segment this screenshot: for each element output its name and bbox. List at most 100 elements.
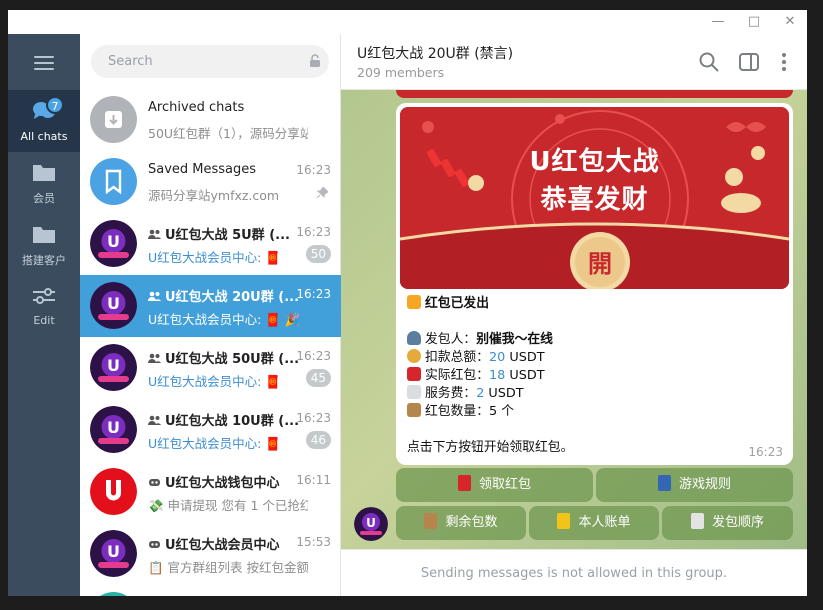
folder-label: 会员 <box>33 192 55 205</box>
svg-text:U: U <box>107 294 120 313</box>
account-button[interactable]: 本人账单 <box>529 506 659 540</box>
unread-badge: 7 <box>46 96 64 114</box>
red-envelope-icon <box>457 475 471 491</box>
folder-label: Edit <box>33 314 55 327</box>
chat-time: 16:23 <box>296 349 331 363</box>
chat-row-50u[interactable]: U U红包大战 50U群 (... 16:23 U红包大战会员中心: 🧧 45 <box>80 337 341 399</box>
svg-text:U: U <box>107 542 120 561</box>
saved-avatar <box>90 158 137 205</box>
claim-button[interactable]: 领取红包 <box>396 468 593 502</box>
folder-label: 搭建客户 <box>22 254 66 267</box>
chat-time: 16:23 <box>296 411 331 425</box>
folder-icon <box>33 227 55 243</box>
chat-row-partial[interactable] <box>80 585 341 596</box>
chat-row-10u[interactable]: U U红包大战 10U群 (... 16:23 U红包大战会员中心: 🧧 46 <box>80 399 341 461</box>
archive-icon <box>105 111 122 128</box>
ledger-icon <box>557 513 571 529</box>
chat-avatar <box>90 592 137 596</box>
lock-icon[interactable] <box>308 54 322 68</box>
folder-edit[interactable]: Edit <box>8 276 80 338</box>
svg-text:U: U <box>107 418 120 437</box>
chat-preview: 💸 申请提现 您有 1 个已抢红... <box>148 498 308 513</box>
sender-name: 别催我～在线 <box>476 332 553 347</box>
sidebar-toggle-icon[interactable] <box>738 51 760 73</box>
package-icon <box>407 403 421 417</box>
order-button[interactable]: 发包顺序 <box>662 506 793 540</box>
red-envelope-banner: U红包大战 恭喜发财 開 <box>400 107 789 289</box>
member-count: 209 members <box>357 65 445 80</box>
person-icon <box>407 331 421 345</box>
group-avatar: U <box>90 282 137 329</box>
message-cta: 点击下方按钮开始领取红包。 <box>407 440 574 455</box>
message-headline: 红包已发出 <box>425 296 489 311</box>
telegram-window: — □ ✕ 7 All chats 会员 搭建客户 Edit Search Ar… <box>8 10 807 596</box>
chat-preview: U红包大战会员中心: 🧧 <box>148 250 281 265</box>
chat-row-5u[interactable]: U U红包大战 5U群 (... 16:23 U红包大战会员中心: 🧧 50 <box>80 213 341 275</box>
chat-row-member-center[interactable]: U U红包大战会员中心 15:53 📋 官方群组列表 按红包金额... <box>80 523 341 585</box>
chat-header[interactable]: U红包大战 20U群 (禁言) 209 members <box>341 34 807 90</box>
menu-icon[interactable] <box>34 56 54 74</box>
folders-rail: 7 All chats 会员 搭建客户 Edit <box>8 34 80 596</box>
chat-list: Search Archived chats 50U红包群（1），源码分享站... <box>80 34 341 596</box>
archive-avatar <box>90 96 137 143</box>
chat-time: 16:11 <box>296 473 331 487</box>
group-avatar: U <box>90 220 137 267</box>
svg-text:U: U <box>107 232 120 251</box>
unread-count: 45 <box>305 369 331 387</box>
chat-preview: U红包大战会员中心: 🧧 🎉 <box>148 312 301 327</box>
clipboard-icon <box>690 513 704 529</box>
bot-avatar[interactable]: U <box>354 507 388 541</box>
message-time: 16:23 <box>748 445 783 459</box>
svg-text:U: U <box>366 516 376 530</box>
unread-count: 50 <box>305 245 331 263</box>
bot-avatar: U <box>90 530 137 577</box>
folder-all-chats[interactable]: 7 All chats <box>8 90 80 152</box>
group-avatar: U <box>90 406 137 453</box>
money-bag-icon <box>407 349 421 363</box>
group-icon <box>148 415 161 425</box>
chat-time: 16:23 <box>296 287 331 301</box>
amount-value: 20 <box>488 350 506 365</box>
message-bubble: U红包大战 恭喜发财 開 红包已发出 发包人：别催我～在线 扣款总额：20 US… <box>396 103 793 465</box>
search-input[interactable]: Search <box>91 45 329 78</box>
chat-title: U红包大战会员中心 <box>148 534 298 553</box>
rules-button[interactable]: 游戏规则 <box>596 468 793 502</box>
receipt-icon <box>407 385 421 399</box>
group-icon <box>148 291 161 301</box>
chat-row-saved[interactable]: Saved Messages 16:23 源码分享站ymfxz.com <box>80 151 341 213</box>
chat-preview: U红包大战会员中心: 🧧 <box>148 374 281 389</box>
chat-preview: 50U红包群（1），源码分享站... <box>148 126 308 141</box>
more-icon[interactable] <box>773 51 795 73</box>
chat-title: U红包大战 5U群 (... <box>148 224 298 243</box>
chat-row-wallet[interactable]: U红包大战钱包中心 16:11 💸 申请提现 您有 1 个已抢红... <box>80 461 341 523</box>
folder-label: All chats <box>20 130 68 143</box>
chat-title: U红包大战钱包中心 <box>148 472 298 491</box>
chat-title: U红包大战 10U群 (... <box>148 410 298 429</box>
folder-clients[interactable]: 搭建客户 <box>8 214 80 276</box>
chat-time: 15:53 <box>296 535 331 549</box>
chat-row-20u[interactable]: U U红包大战 20U群 (... 16:23 U红包大战会员中心: 🧧 🎉 <box>80 275 341 337</box>
search-icon[interactable] <box>698 51 720 73</box>
chat-background: U红包大战 恭喜发财 開 红包已发出 发包人：别催我～在线 扣款总额：20 US… <box>341 90 807 549</box>
close-button[interactable]: ✕ <box>775 10 805 34</box>
chat-preview: 源码分享站ymfxz.com <box>148 188 280 203</box>
actual-value: 18 <box>488 368 506 383</box>
maximize-button[interactable]: □ <box>739 10 769 34</box>
banner-title: U红包大战 <box>529 147 660 177</box>
chat-row-archived[interactable]: Archived chats 50U红包群（1），源码分享站... <box>80 89 341 151</box>
pin-icon <box>317 187 328 198</box>
bot-avatar <box>90 468 137 515</box>
remaining-button[interactable]: 剩余包数 <box>396 506 526 540</box>
sliders-icon <box>33 288 55 304</box>
book-icon <box>657 475 671 491</box>
chat-time: 16:23 <box>296 163 331 177</box>
bot-icon <box>149 479 160 486</box>
red-envelope-icon <box>407 367 421 381</box>
folder-members[interactable]: 会员 <box>8 152 80 214</box>
party-icon <box>407 295 421 309</box>
chat-header-title: U红包大战 20U群 (禁言) <box>357 46 514 62</box>
group-icon <box>148 229 161 239</box>
minimize-button[interactable]: — <box>703 10 733 34</box>
banner-seal: 開 <box>588 250 612 278</box>
chat-title: Archived chats <box>148 100 245 115</box>
